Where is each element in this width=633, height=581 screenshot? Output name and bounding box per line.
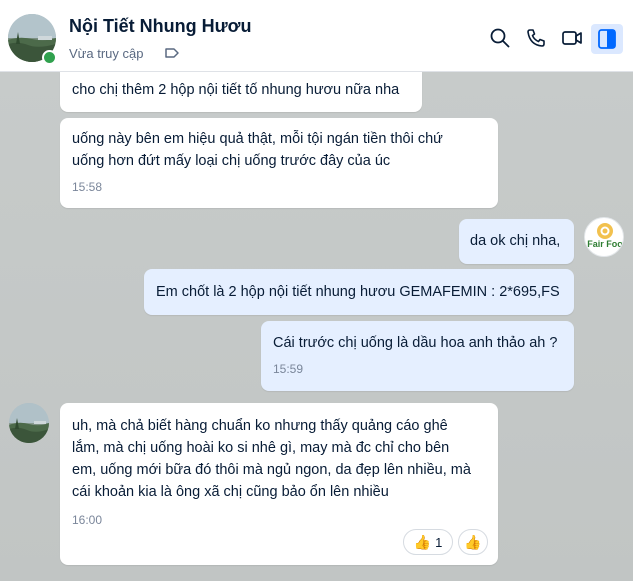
message-time: 15:59 [273,362,304,376]
reaction-summary[interactable]: 👍 1 [403,529,453,555]
message-time: 15:58 [72,180,103,194]
chat-header: Nội Tiết Nhung Hươu Vừa truy cập [0,0,633,72]
toggle-info-panel-button[interactable] [591,24,623,54]
reaction-count: 1 [435,534,443,550]
video-icon[interactable] [561,27,583,49]
sidebar-panel-icon [598,29,616,49]
message-text: Cái trước chị uống là dầu hoa anh thảo a… [273,335,558,351]
tag-icon[interactable] [164,45,180,61]
landscape-image [9,403,49,443]
svg-text:Fair Foo: Fair Foo [587,239,623,249]
my-avatar[interactable]: Fair Foo [584,217,624,257]
thumbs-up-icon: 👍 [413,533,432,550]
message-text: cho chị thêm 2 hộp nội tiết tố nhung hươ… [72,82,400,98]
message-text: da ok chị nha, [470,233,561,249]
message-text: uh, mà chả biết hàng chuẩn ko nhưng thấy… [72,418,471,500]
message-list[interactable]: cho chị thêm 2 hộp nội tiết tố nhung hươ… [0,72,633,581]
message-text: uống này bên em hiệu quả thật, mỗi tội n… [72,131,443,169]
incoming-message[interactable]: uống này bên em hiệu quả thật, mỗi tội n… [60,118,498,208]
outgoing-message[interactable]: Em chốt là 2 hộp nội tiết nhung hươu GEM… [144,269,574,315]
contact-name[interactable]: Nội Tiết Nhung Hươu [69,16,251,37]
outgoing-message[interactable]: da ok chị nha, [459,219,574,264]
brand-logo: Fair Foo [587,223,623,249]
message-time: 16:00 [72,513,103,527]
message-text: Em chốt là 2 hộp nội tiết nhung hươu GEM… [156,284,560,300]
online-status-dot [42,50,57,65]
search-icon[interactable] [489,27,511,49]
last-seen-status: Vừa truy cập [69,46,144,61]
phone-icon[interactable] [525,27,547,49]
outgoing-message[interactable]: Cái trước chị uống là dầu hoa anh thảo a… [261,321,574,391]
thumbs-up-icon: 👍 [464,533,482,550]
add-reaction-button[interactable]: 👍 [458,529,488,555]
incoming-message[interactable]: cho chị thêm 2 hộp nội tiết tố nhung hươ… [60,72,422,112]
contact-avatar-small[interactable] [9,403,49,443]
